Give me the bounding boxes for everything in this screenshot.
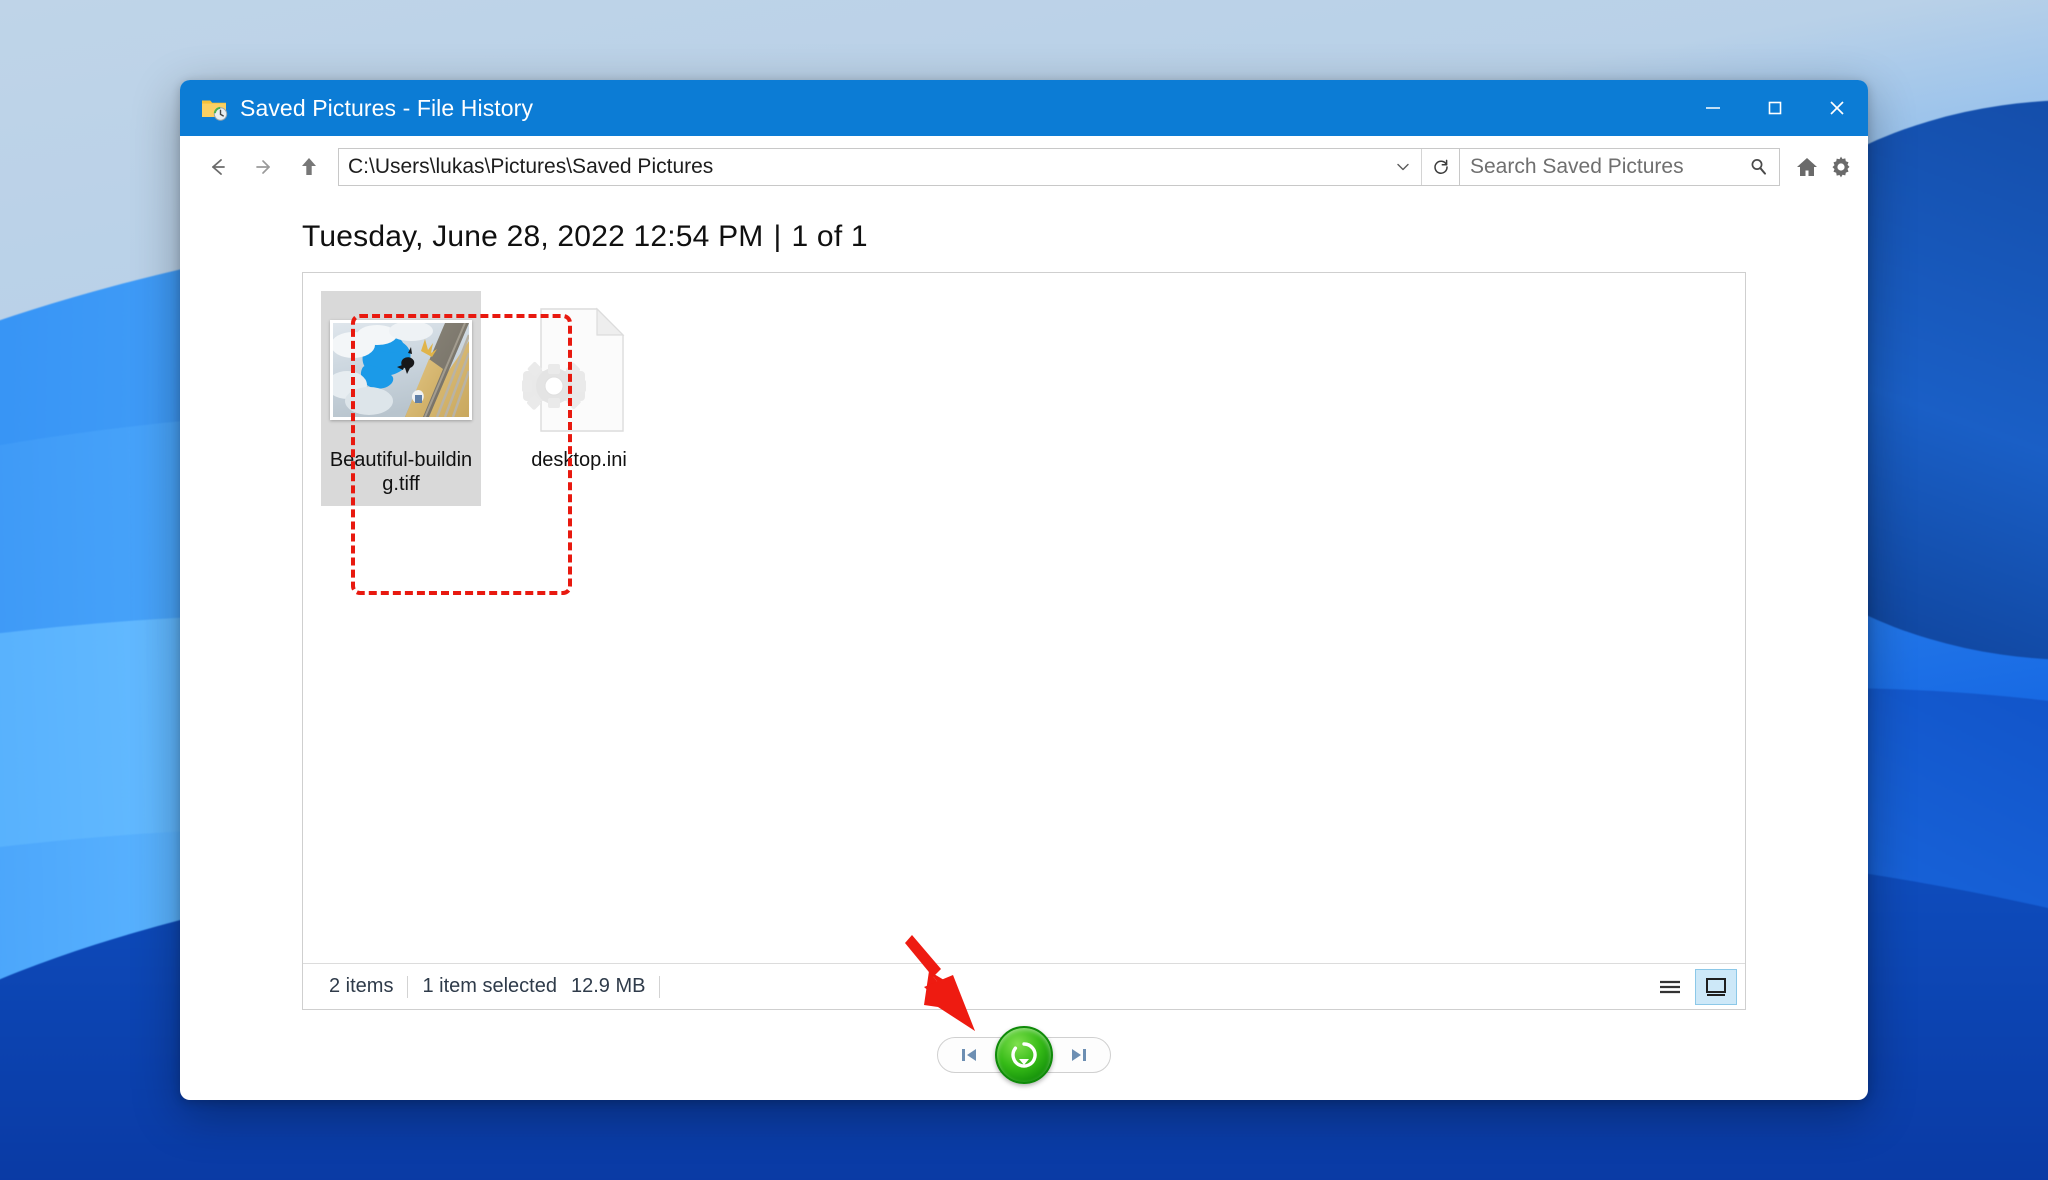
address-bar[interactable]: C:\Users\lukas\Pictures\Saved Pictures — [338, 148, 1460, 186]
status-divider — [407, 975, 409, 998]
large-icons-view-button[interactable] — [1695, 968, 1737, 1005]
search-input[interactable]: Search Saved Pictures — [1460, 155, 1739, 179]
file-grid: Beautiful-building.tiff desktop.ini — [303, 273, 1745, 963]
file-name-label: desktop.ini — [531, 449, 627, 471]
restore-button[interactable] — [995, 1026, 1053, 1084]
refresh-button[interactable] — [1421, 149, 1459, 185]
file-list-panel: Beautiful-building.tiff desktop.ini 2 it… — [302, 272, 1746, 1010]
maximize-button[interactable] — [1744, 80, 1806, 136]
file-name-label: Beautiful-building.tiff — [329, 449, 473, 495]
search-box[interactable]: Search Saved Pictures — [1460, 148, 1780, 186]
back-button[interactable] — [194, 144, 240, 190]
restore-controls — [180, 1010, 1868, 1100]
window-title: Saved Pictures - File History — [240, 94, 534, 121]
version-position: 1 of 1 — [791, 220, 868, 253]
address-input[interactable]: C:\Users\lukas\Pictures\Saved Pictures — [339, 155, 1385, 179]
ini-file-icon — [508, 299, 650, 441]
chevron-down-icon[interactable] — [1385, 149, 1421, 185]
toolbar-right-icons — [1790, 147, 1858, 187]
selection-label: 1 item selected — [422, 975, 557, 997]
home-icon[interactable] — [1790, 147, 1824, 187]
item-count-label: 2 items — [329, 975, 394, 997]
forward-button[interactable] — [240, 144, 286, 190]
photo-content — [333, 323, 469, 417]
status-divider — [659, 975, 661, 998]
search-icon[interactable] — [1739, 156, 1779, 178]
selection-size-label: 12.9 MB — [570, 975, 646, 997]
photo-frame — [330, 320, 472, 420]
up-button[interactable] — [286, 144, 332, 190]
close-button[interactable] — [1806, 80, 1868, 136]
previous-version-button[interactable] — [937, 1037, 1001, 1073]
version-header: Tuesday, June 28, 2022 12:54 PM | 1 of 1 — [180, 198, 1868, 272]
minimize-button[interactable] — [1682, 80, 1744, 136]
window-titlebar: Saved Pictures - File History — [180, 80, 1868, 136]
file-history-window: Saved Pictures - File History C:\Users\l… — [180, 80, 1868, 1100]
file-item-image[interactable]: Beautiful-building.tiff — [321, 291, 481, 507]
details-view-button[interactable] — [1649, 969, 1691, 1005]
image-thumbnail — [330, 299, 472, 441]
file-item-ini[interactable]: desktop.ini — [499, 291, 659, 483]
folder-history-icon — [200, 94, 228, 122]
next-version-button[interactable] — [1047, 1037, 1111, 1073]
gear-icon[interactable] — [1824, 147, 1858, 187]
content-wrapper: Beautiful-building.tiff desktop.ini 2 it… — [180, 272, 1868, 1010]
version-date: Tuesday, June 28, 2022 12:54 PM — [302, 220, 764, 253]
status-bar: 2 items 1 item selected 12.9 MB — [303, 963, 1745, 1009]
header-separator: | — [773, 220, 782, 253]
address-toolbar: C:\Users\lukas\Pictures\Saved Pictures S… — [180, 136, 1868, 198]
